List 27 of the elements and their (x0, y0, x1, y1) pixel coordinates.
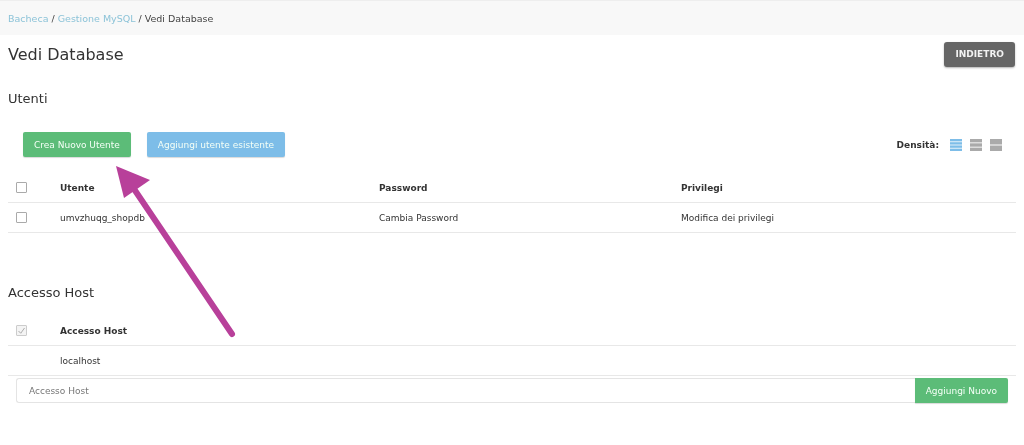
breadcrumb-separator: / (138, 12, 142, 24)
select-all-checkbox[interactable] (16, 182, 27, 193)
table-cell: localhost (60, 355, 101, 366)
table-cell: Modifica dei privilegi (681, 212, 775, 223)
back-button[interactable]: INDIETRO (944, 41, 1015, 67)
row-checkbox[interactable] (16, 212, 27, 223)
breadcrumb-link[interactable]: Bacheca (8, 12, 49, 24)
column-header: Utente (60, 182, 96, 193)
add-button[interactable]: Aggiungi Nuovo (914, 378, 1008, 403)
breadcrumb-link[interactable]: Gestione MySQL (57, 12, 136, 24)
density-label: Densità: (896, 139, 939, 150)
host-input-field[interactable]: Accesso Host (16, 378, 915, 403)
column-header: Accesso Host (60, 325, 128, 336)
density-icon[interactable] (970, 138, 982, 151)
section-heading: Accesso Host (8, 285, 96, 300)
density-icon[interactable] (950, 138, 962, 151)
breadcrumb-separator: / (51, 12, 55, 24)
column-header: Privilegi (681, 182, 723, 193)
column-header: Password (379, 182, 429, 193)
breadcrumb-current: Vedi Database (144, 12, 214, 24)
section-heading: Utenti (8, 91, 49, 106)
action-button[interactable]: Crea Nuovo Utente (23, 132, 131, 157)
table-cell-text: Cambia Password (379, 212, 460, 223)
density-icon[interactable] (990, 138, 1002, 151)
action-button[interactable]: Aggiungi utente esistente (146, 132, 285, 157)
page-title: Vedi Database (8, 44, 124, 64)
table-cell-text: umvzhuqg_shopdb (60, 212, 146, 223)
